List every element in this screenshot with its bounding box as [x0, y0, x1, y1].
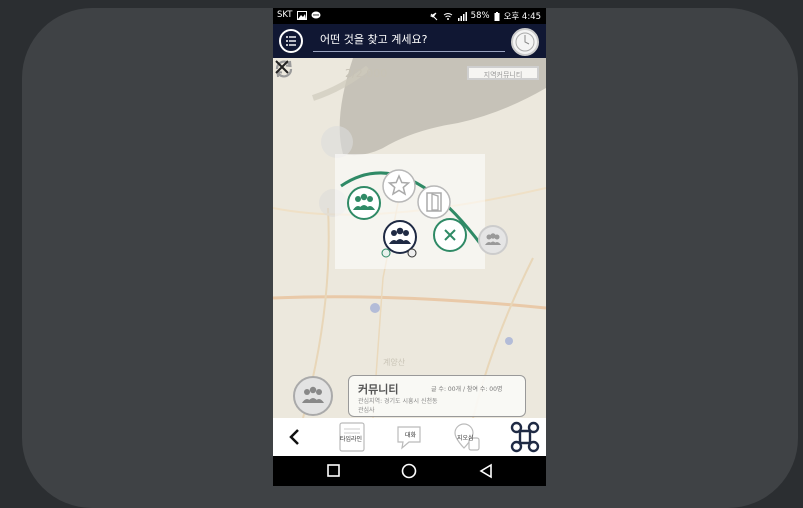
system-navigation-bar — [273, 456, 546, 486]
favorite-button[interactable] — [381, 168, 417, 204]
nav-chat-label: 대화 — [405, 432, 417, 439]
list-icon — [286, 36, 296, 46]
nav-location[interactable]: 지오심 — [451, 420, 485, 454]
group-icon — [347, 186, 381, 220]
star-icon — [382, 169, 416, 203]
community-info-card[interactable]: 커뮤니티 글 수: 00개 / 참여 수: 00명 관심지역: 경기도 시흥시 … — [348, 375, 526, 417]
avatar-icon — [515, 32, 535, 52]
community-marker[interactable] — [478, 225, 508, 255]
command-icon — [510, 421, 540, 453]
nav-timeline-label: 타임라인 — [340, 436, 363, 443]
nav-timeline[interactable]: 타임라인 — [335, 420, 369, 454]
nav-chat[interactable]: 대화 — [393, 420, 427, 454]
group-icon — [485, 233, 501, 245]
battery-percent: 58% — [470, 11, 490, 21]
menu-button[interactable] — [279, 29, 303, 53]
door-icon — [417, 185, 451, 219]
region-filter-chip[interactable]: 지역커뮤니티 — [467, 66, 539, 80]
image-notification-icon — [296, 10, 307, 20]
recent-apps-icon — [327, 464, 340, 477]
back-button[interactable] — [283, 420, 307, 454]
my-community-button[interactable] — [381, 220, 419, 258]
map-view[interactable]: 2/2,000 지역커뮤니티 계양산 커뮤니티 글 수: 00개 / 참여 수:… — [273, 58, 546, 418]
status-bar: SKT 58% 오후 4:45 — [273, 8, 546, 24]
community-center-icon — [381, 220, 417, 258]
close-menu-button[interactable] — [432, 217, 468, 253]
place-label: 계양산 — [383, 358, 406, 367]
community-region: 관심지역: 경기도 시흥시 신천동 — [358, 398, 438, 405]
community-title: 커뮤니티 — [358, 383, 399, 396]
exit-button[interactable] — [416, 184, 452, 220]
profile-avatar[interactable] — [511, 28, 539, 56]
search-input[interactable]: 어떤 것을 찾고 계세요? — [313, 28, 505, 52]
group-icon — [302, 386, 324, 403]
home-icon — [401, 463, 417, 479]
nav-location-label: 지오심 — [457, 435, 474, 442]
signal-icon — [457, 11, 467, 21]
community-stats: 글 수: 00개 / 참여 수: 00명 — [431, 386, 503, 393]
close-icon[interactable] — [273, 58, 291, 76]
chevron-left-icon — [289, 429, 299, 445]
message-notification-icon — [311, 11, 321, 18]
carrier-label: SKT — [277, 10, 293, 20]
phone-screen: SKT 58% 오후 4:45 어떤 것을 찾고 계세요? 2/2,000 지역… — [273, 8, 546, 486]
mute-icon — [429, 12, 438, 20]
nav-menu[interactable] — [509, 420, 541, 454]
wifi-icon — [443, 12, 452, 20]
community-group-button[interactable] — [346, 185, 382, 221]
app-header: 어떤 것을 찾고 계세요? — [273, 24, 546, 58]
system-nav-icons — [327, 463, 492, 479]
close-circle-icon — [433, 218, 467, 252]
bottom-navigation: 타임라인 대화 지오심 — [273, 418, 546, 456]
back-icon — [479, 463, 492, 479]
battery-icon — [494, 11, 500, 21]
clock: 오후 4:45 — [503, 12, 541, 22]
community-radial-menu — [335, 154, 485, 269]
map-counter: 2/2,000 — [345, 67, 388, 80]
community-marker-large[interactable] — [293, 376, 333, 416]
community-interest: 관심사 — [358, 407, 375, 414]
